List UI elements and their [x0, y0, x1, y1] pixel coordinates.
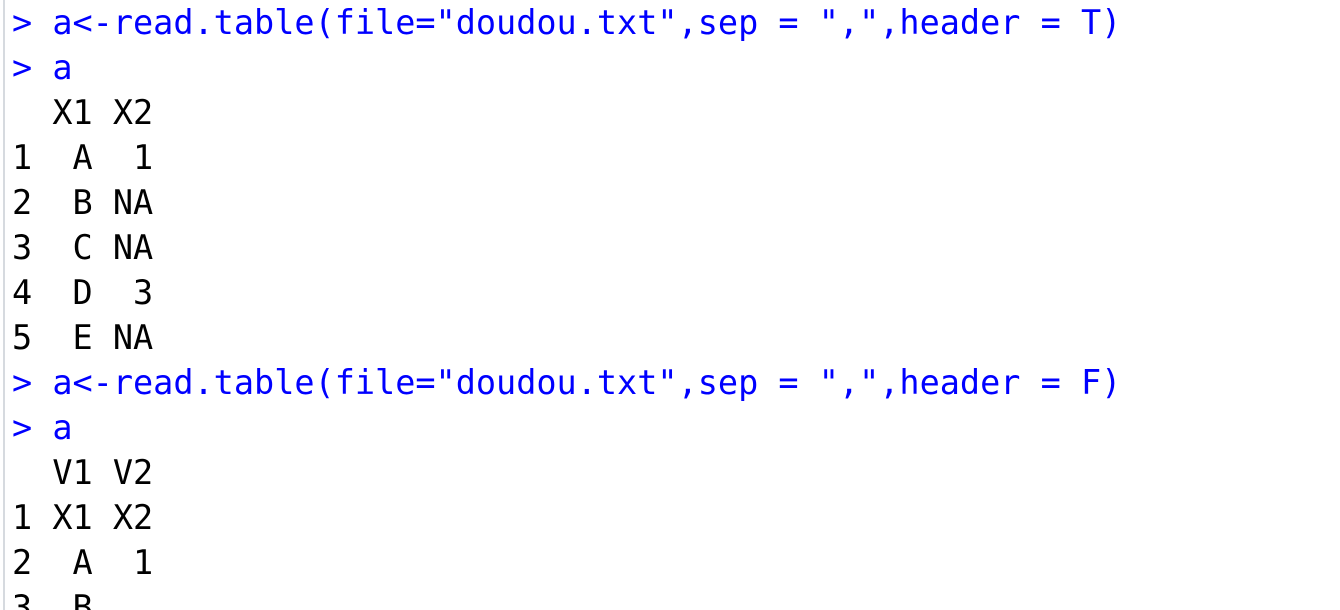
left-edge-rule [3, 0, 5, 610]
console-output-line: 2 B NA [12, 183, 154, 222]
console-output-line: 5 E NA [12, 318, 154, 357]
console-output-line: 3 B [12, 588, 93, 610]
console-output-line: 1 X1 X2 [12, 498, 154, 537]
console-command-line: > a<-read.table(file="doudou.txt",sep = … [12, 3, 1122, 42]
console-command-line: > a [12, 408, 73, 447]
r-console-window[interactable]: > a<-read.table(file="doudou.txt",sep = … [0, 0, 1340, 610]
console-output-line: 1 A 1 [12, 138, 154, 177]
console-output-line: 4 D 3 [12, 273, 154, 312]
console-output-line: V1 V2 [12, 453, 154, 492]
console-command-line: > a<-read.table(file="doudou.txt",sep = … [12, 363, 1122, 402]
console-command-line: > a [12, 48, 73, 87]
console-output-area[interactable]: > a<-read.table(file="doudou.txt",sep = … [12, 0, 1340, 610]
console-output-line: 3 C NA [12, 228, 154, 267]
console-output-line: X1 X2 [12, 93, 154, 132]
console-output-line: 2 A 1 [12, 543, 154, 582]
